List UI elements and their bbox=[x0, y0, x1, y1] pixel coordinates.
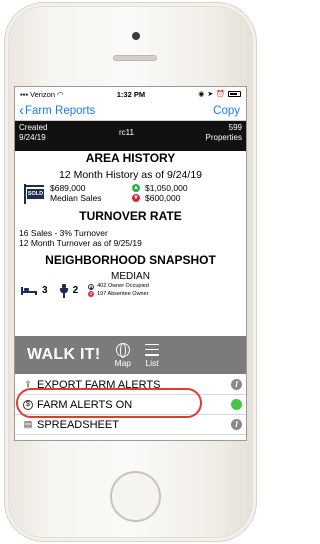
signal-icon: ▪▪▪ bbox=[20, 89, 28, 99]
menu-item-spreadsheet[interactable]: ▤ SPREADSHEET i bbox=[15, 415, 246, 435]
created-label: Created bbox=[19, 123, 48, 132]
high-price-line: ▲ $1,050,000 bbox=[132, 183, 188, 193]
arrow-down-icon: ▼ bbox=[132, 194, 140, 202]
status-left: ▪▪▪ Verizon ◠ bbox=[20, 90, 64, 99]
status-time: 1:32 PM bbox=[116, 89, 146, 99]
carrier-name: Verizon bbox=[29, 89, 56, 99]
median-sales-value: $689,000 bbox=[50, 183, 86, 193]
earpiece-speaker bbox=[113, 55, 157, 61]
farm-id: rc11 bbox=[119, 128, 134, 137]
action-menu: ⇪ EXPORT FARM ALERTS i $ FARM ALERTS ON … bbox=[15, 375, 246, 435]
bath-icon bbox=[59, 283, 68, 298]
arrow-up-icon: ▲ bbox=[132, 184, 140, 192]
properties-count: 599 bbox=[228, 123, 242, 132]
created-block: Created 9/24/19 bbox=[19, 123, 47, 143]
properties-block: 599 Properties bbox=[206, 123, 242, 143]
created-date: 9/24/19 bbox=[19, 133, 46, 142]
dollar-circle-icon: $ bbox=[23, 399, 33, 410]
map-button[interactable]: Map bbox=[114, 342, 132, 368]
status-bar: ▪▪▪ Verizon ◠ 1:32 PM ◉ ➤ ⏰ bbox=[15, 87, 246, 101]
owner-breakdown: ♟ 402 Owner Occupied ⊘ 197 Absentee Owne… bbox=[88, 283, 149, 298]
walk-it-bar: WALK IT! Map List bbox=[15, 336, 246, 374]
sold-sign-icon: SOLD bbox=[23, 184, 45, 204]
turnover-line-2: 12 Month Turnover as of 9/25/19 bbox=[19, 237, 142, 248]
low-price-value: $600,000 bbox=[145, 193, 181, 203]
menu-item-label: SPREADSHEET bbox=[37, 418, 119, 431]
battery-icon bbox=[228, 91, 241, 97]
owner-occupied-text: 402 Owner Occupied bbox=[97, 283, 149, 289]
snapshot-title: NEIGHBORHOOD SNAPSHOT bbox=[45, 253, 216, 267]
price-range-block: ▲ $1,050,000 ▼ $600,000 bbox=[132, 183, 188, 203]
beds-count: 3 bbox=[42, 285, 48, 296]
bed-icon bbox=[21, 286, 37, 295]
properties-label: Properties bbox=[205, 133, 242, 142]
menu-item-label: FARM ALERTS ON bbox=[37, 398, 133, 411]
list-button[interactable]: List bbox=[145, 343, 160, 368]
document-icon: ▤ bbox=[23, 419, 33, 429]
back-button[interactable]: ‹ Farm Reports bbox=[19, 103, 95, 118]
phone-screen: ▪▪▪ Verizon ◠ 1:32 PM ◉ ➤ ⏰ ‹ Farm Repor… bbox=[14, 86, 247, 441]
menu-item-export-farm-alerts[interactable]: ⇪ EXPORT FARM ALERTS i bbox=[15, 375, 246, 395]
share-icon: ⇪ bbox=[24, 379, 32, 389]
location-icon: ➤ bbox=[207, 91, 214, 98]
area-history-subtitle: 12 Month History as of 9/24/19 bbox=[59, 169, 202, 181]
front-camera bbox=[132, 32, 140, 40]
wifi-icon: ◠ bbox=[57, 89, 64, 99]
median-sales-label: Median Sales bbox=[50, 193, 102, 203]
globe-icon bbox=[115, 342, 130, 358]
area-history-stats: SOLD $689,000 Median Sales ▲ $1,050,000 … bbox=[15, 181, 246, 204]
high-price-value: $1,050,000 bbox=[145, 183, 188, 193]
status-right: ◉ ➤ ⏰ bbox=[198, 90, 241, 98]
back-label: Farm Reports bbox=[25, 104, 96, 117]
menu-item-farm-alerts-on[interactable]: $ FARM ALERTS ON bbox=[15, 395, 246, 415]
alarm-icon: ⏰ bbox=[216, 91, 225, 98]
turnover-title: TURNOVER RATE bbox=[79, 209, 182, 223]
list-label: List bbox=[145, 357, 159, 368]
home-button[interactable] bbox=[110, 471, 161, 522]
baths-count: 2 bbox=[72, 285, 79, 296]
owner-occupied-line: ♟ 402 Owner Occupied bbox=[88, 283, 149, 291]
farm-info-bar: Created 9/24/19 rc11 599 Properties bbox=[15, 121, 246, 151]
person-icon: ♟ bbox=[88, 283, 95, 290]
status-on-indicator[interactable] bbox=[231, 399, 242, 410]
map-label: Map bbox=[114, 357, 132, 368]
walk-it-title: WALK IT! bbox=[27, 346, 101, 363]
median-sales-block: $689,000 Median Sales bbox=[50, 183, 132, 203]
absentee-icon: ⊘ bbox=[88, 291, 95, 298]
lock-rotation-icon: ◉ bbox=[198, 91, 205, 98]
copy-button[interactable]: Copy bbox=[213, 105, 240, 117]
area-history-title: AREA HISTORY bbox=[85, 151, 176, 165]
navigation-bar: ‹ Farm Reports Copy bbox=[15, 101, 246, 121]
menu-item-label: EXPORT FARM ALERTS bbox=[37, 378, 161, 391]
absentee-owner-text: 197 Absentee Owner bbox=[97, 290, 149, 297]
low-price-line: ▼ $600,000 bbox=[132, 193, 188, 203]
median-label: MEDIAN bbox=[111, 271, 150, 282]
snapshot-stats: 3 2 ♟ 402 Owner Occupied ⊘ 197 Absentee … bbox=[15, 282, 246, 298]
absentee-owner-line: ⊘ 197 Absentee Owner bbox=[88, 291, 149, 299]
info-icon[interactable]: i bbox=[231, 419, 242, 430]
chevron-left-icon: ‹ bbox=[19, 102, 24, 119]
turnover-text: 16 Sales - 3% Turnover 12 Month Turnover… bbox=[15, 223, 246, 248]
list-icon bbox=[145, 343, 160, 356]
info-icon[interactable]: i bbox=[231, 379, 242, 390]
